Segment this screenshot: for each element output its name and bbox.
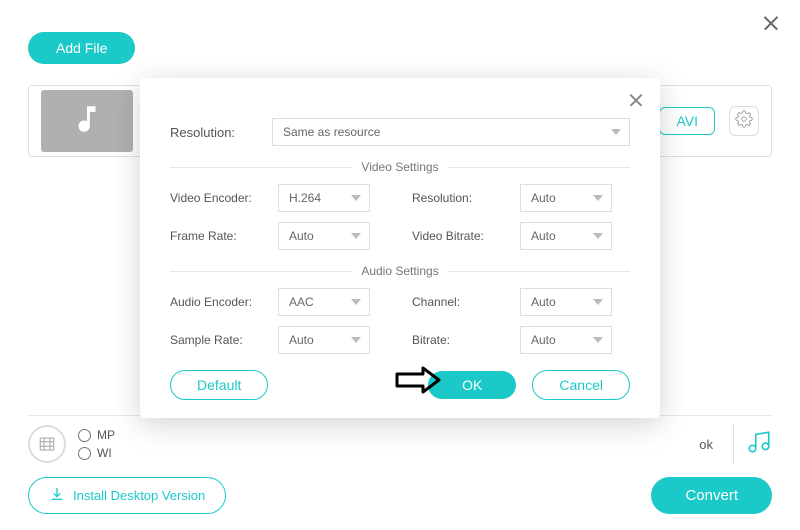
install-label: Install Desktop Version <box>73 488 205 503</box>
audio-encoder-select[interactable]: AAC <box>278 288 370 316</box>
select-value: Auto <box>531 295 556 309</box>
chevron-down-icon <box>593 299 603 305</box>
video-settings-heading: Video Settings <box>170 160 630 174</box>
audio-encoder-label: Audio Encoder: <box>170 295 270 309</box>
resolution-label: Resolution: <box>170 125 260 140</box>
video-resolution-label: Resolution: <box>412 191 512 205</box>
chevron-down-icon <box>593 337 603 343</box>
frame-rate-label: Frame Rate: <box>170 229 270 243</box>
file-thumbnail <box>41 90 133 152</box>
audio-tab-icon[interactable] <box>746 429 772 460</box>
output-format-row: MP WI ok <box>28 418 772 470</box>
audio-bitrate-select[interactable]: Auto <box>520 326 612 354</box>
chevron-down-icon <box>351 299 361 305</box>
video-bitrate-label: Video Bitrate: <box>412 229 512 243</box>
settings-dialog: Resolution: Same as resource Video Setti… <box>140 78 660 418</box>
resolution-select[interactable]: Same as resource <box>272 118 630 146</box>
resolution-value: Same as resource <box>283 125 380 139</box>
gear-icon <box>735 110 753 133</box>
audio-settings-heading: Audio Settings <box>170 264 630 278</box>
video-encoder-select[interactable]: H.264 <box>278 184 370 212</box>
sample-rate-select[interactable]: Auto <box>278 326 370 354</box>
chevron-down-icon <box>351 337 361 343</box>
chevron-down-icon <box>593 195 603 201</box>
footer: Install Desktop Version Convert <box>28 477 772 514</box>
radio-option-2[interactable]: WI <box>78 446 115 460</box>
video-encoder-label: Video Encoder: <box>170 191 270 205</box>
radio-label: WI <box>97 446 112 460</box>
chevron-down-icon <box>351 195 361 201</box>
select-value: Auto <box>531 229 556 243</box>
settings-gear-button[interactable] <box>729 106 759 136</box>
music-note-icon <box>70 102 104 141</box>
format-radio-group: MP WI <box>78 428 115 460</box>
vertical-divider <box>733 424 734 464</box>
video-bitrate-select[interactable]: Auto <box>520 222 612 250</box>
chevron-down-icon <box>611 129 621 135</box>
convert-button[interactable]: Convert <box>651 477 772 514</box>
select-value: Auto <box>289 229 314 243</box>
add-file-button[interactable]: Add File <box>28 32 135 64</box>
window-close-icon[interactable] <box>760 12 782 34</box>
format-avi-button[interactable]: AVI <box>659 107 715 135</box>
select-value: Auto <box>531 333 556 347</box>
audio-bitrate-label: Bitrate: <box>412 333 512 347</box>
select-value: Auto <box>289 333 314 347</box>
download-icon <box>49 486 65 505</box>
select-value: Auto <box>531 191 556 205</box>
radio-label: MP <box>97 428 115 442</box>
sample-rate-label: Sample Rate: <box>170 333 270 347</box>
chevron-down-icon <box>593 233 603 239</box>
radio-option-1[interactable]: MP <box>78 428 115 442</box>
frame-rate-select[interactable]: Auto <box>278 222 370 250</box>
dialog-close-icon[interactable] <box>626 90 646 110</box>
select-value: H.264 <box>289 191 321 205</box>
default-button[interactable]: Default <box>170 370 268 400</box>
chevron-down-icon <box>351 233 361 239</box>
ok-button[interactable]: OK <box>428 371 516 399</box>
channel-label: Channel: <box>412 295 512 309</box>
video-tab-icon[interactable] <box>28 425 66 463</box>
select-value: AAC <box>289 295 314 309</box>
channel-select[interactable]: Auto <box>520 288 612 316</box>
install-desktop-button[interactable]: Install Desktop Version <box>28 477 226 514</box>
video-resolution-select[interactable]: Auto <box>520 184 612 212</box>
cancel-button[interactable]: Cancel <box>532 370 630 400</box>
status-text: ok <box>699 437 721 452</box>
